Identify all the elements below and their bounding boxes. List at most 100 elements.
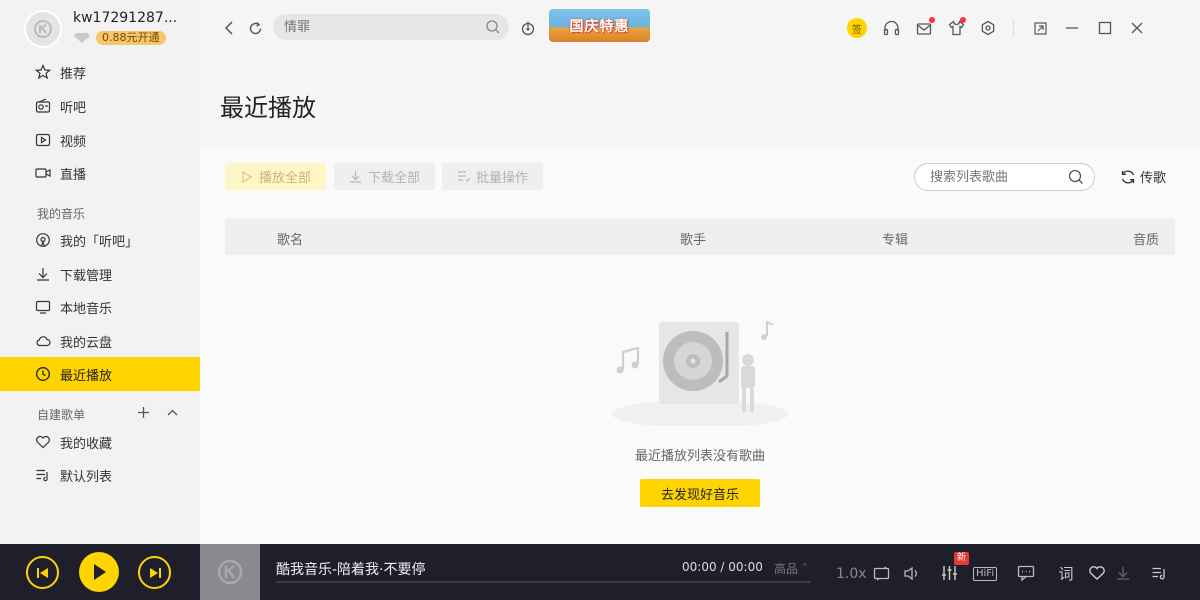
search-icon[interactable] [1068, 169, 1084, 185]
sidebar-item-recommend[interactable]: 推荐 [0, 55, 200, 89]
now-playing-title: 酷我音乐-陪着我·不要停 [276, 562, 426, 578]
sidebar-item-label: 下载管理 [60, 268, 113, 284]
sidebar-item-default-list[interactable]: 默认列表 [0, 458, 200, 492]
sidebar-item-my-tingba[interactable]: 我的「听吧」 [0, 223, 200, 257]
add-icon[interactable] [136, 405, 151, 420]
sidebar-item-video[interactable]: 视频 [0, 123, 200, 157]
close-icon[interactable] [1126, 17, 1148, 39]
discover-music-button[interactable]: 去发现好音乐 [640, 479, 760, 507]
main-content: 最近播放 播放全部 下载全部 批量操作 传歌 歌名 歌手 专辑 音质 [200, 56, 1200, 544]
batch-list-icon [457, 170, 471, 184]
loop-mode-icon[interactable] [871, 564, 891, 582]
download-all-label: 下载全部 [367, 171, 420, 186]
playback-speed[interactable]: 1.0x [836, 566, 867, 582]
sidebar-item-tingba[interactable]: 听吧 [0, 89, 200, 123]
play-all-button[interactable]: 播放全部 [225, 163, 326, 190]
mini-mode-icon[interactable] [1029, 17, 1051, 39]
chevron-up-icon[interactable] [165, 405, 180, 420]
album-cover[interactable] [200, 544, 260, 600]
list-search-box[interactable] [914, 163, 1095, 191]
sidebar-item-label: 我的收藏 [60, 436, 113, 452]
page-header [200, 56, 1200, 149]
column-song[interactable]: 歌名 [277, 229, 303, 248]
sidebar-item-label: 推荐 [60, 66, 87, 82]
sidebar-item-downloads[interactable]: 下载管理 [0, 257, 200, 291]
sidebar-item-label: 我的「听吧」 [60, 234, 139, 250]
progress-bar[interactable] [276, 581, 811, 583]
column-quality[interactable]: 音质 [1133, 229, 1159, 248]
diamond-icon [72, 30, 92, 45]
settings-icon[interactable] [977, 17, 999, 39]
radio-icon [35, 98, 51, 114]
heart-icon [35, 434, 51, 450]
section-my-music: 我的音乐 [37, 207, 86, 221]
quality-selector[interactable]: 高品 ˆ [774, 560, 808, 577]
volume-icon[interactable] [902, 564, 922, 582]
play-all-label: 播放全部 [258, 171, 311, 186]
monitor-icon [35, 299, 51, 315]
page-title: 最近播放 [220, 94, 316, 122]
maximize-icon[interactable] [1094, 17, 1116, 39]
hifi-button[interactable]: HiFi [973, 567, 998, 581]
sidebar-item-favorites[interactable]: 我的收藏 [0, 425, 200, 459]
username[interactable]: kw17291287... [73, 10, 177, 26]
star-icon [35, 64, 51, 80]
download-all-button[interactable]: 下载全部 [334, 163, 435, 190]
playlist-actions [136, 405, 180, 420]
minimize-icon[interactable] [1061, 17, 1083, 39]
search-box[interactable] [273, 14, 509, 40]
sync-icon [1121, 170, 1135, 183]
back-icon[interactable] [218, 17, 240, 39]
batch-operation-button[interactable]: 批量操作 [442, 163, 543, 190]
empty-turntable-illustration [612, 320, 788, 426]
sidebar-item-cloud[interactable]: 我的云盘 [0, 324, 200, 358]
promo-banner[interactable]: 国庆特惠 [549, 9, 650, 42]
search-input[interactable] [273, 14, 473, 40]
table-header: 歌名 歌手 专辑 音质 [225, 219, 1175, 255]
search-icon[interactable] [485, 19, 501, 35]
playlist-icon [35, 467, 51, 483]
listen-identify-icon[interactable] [517, 17, 539, 39]
comment-icon[interactable] [1016, 564, 1036, 582]
lyrics-button[interactable]: 词 [1056, 564, 1076, 583]
next-button[interactable] [138, 556, 171, 589]
user-panel[interactable]: kw17291287... 0.88元开通 [24, 10, 194, 50]
podcast-icon [35, 232, 51, 248]
sidebar-item-label: 直播 [60, 167, 87, 183]
promo-text: 国庆特惠 [569, 18, 630, 35]
headphones-icon[interactable] [880, 17, 902, 39]
sidebar-item-label: 听吧 [60, 100, 87, 116]
playlist-icon[interactable] [1149, 564, 1169, 582]
column-artist[interactable]: 歌手 [680, 229, 706, 248]
heart-icon[interactable] [1087, 564, 1107, 582]
new-badge: 新 [954, 552, 969, 565]
play-icon [94, 564, 106, 580]
vip-badge[interactable]: 0.88元开通 [72, 30, 166, 45]
batch-operation-label: 批量操作 [475, 171, 528, 186]
video-icon [35, 132, 51, 148]
player-bar: 酷我音乐-陪着我·不要停 00:00 / 00:00 高品 ˆ 1.0x 新 H… [0, 544, 1200, 600]
sidebar-item-recent[interactable]: 最近播放 [0, 357, 200, 391]
sidebar-item-live[interactable]: 直播 [0, 156, 200, 190]
avatar[interactable] [24, 10, 62, 48]
kuwo-logo-icon [217, 559, 243, 585]
sidebar-item-label: 最近播放 [60, 368, 113, 384]
list-search-input[interactable] [915, 164, 1055, 190]
sign-in-icon[interactable]: 签 [847, 18, 867, 38]
column-album[interactable]: 专辑 [882, 229, 908, 248]
previous-icon [36, 567, 48, 578]
previous-button[interactable] [26, 556, 59, 589]
play-button[interactable] [79, 552, 119, 592]
download-icon[interactable] [1113, 564, 1133, 582]
download-icon [35, 266, 51, 282]
download-icon [349, 170, 363, 184]
top-bar: 国庆特惠 签 [200, 0, 1200, 56]
section-playlists: 自建歌单 [37, 408, 86, 422]
transfer-songs-button[interactable]: 传歌 [1120, 167, 1166, 186]
sidebar-item-local-music[interactable]: 本地音乐 [0, 290, 200, 324]
refresh-icon[interactable] [244, 17, 266, 39]
skin-notification-dot [960, 17, 966, 23]
next-icon [149, 567, 161, 578]
play-time: 00:00 / 00:00 [682, 560, 763, 574]
equalizer-icon[interactable] [939, 564, 959, 582]
